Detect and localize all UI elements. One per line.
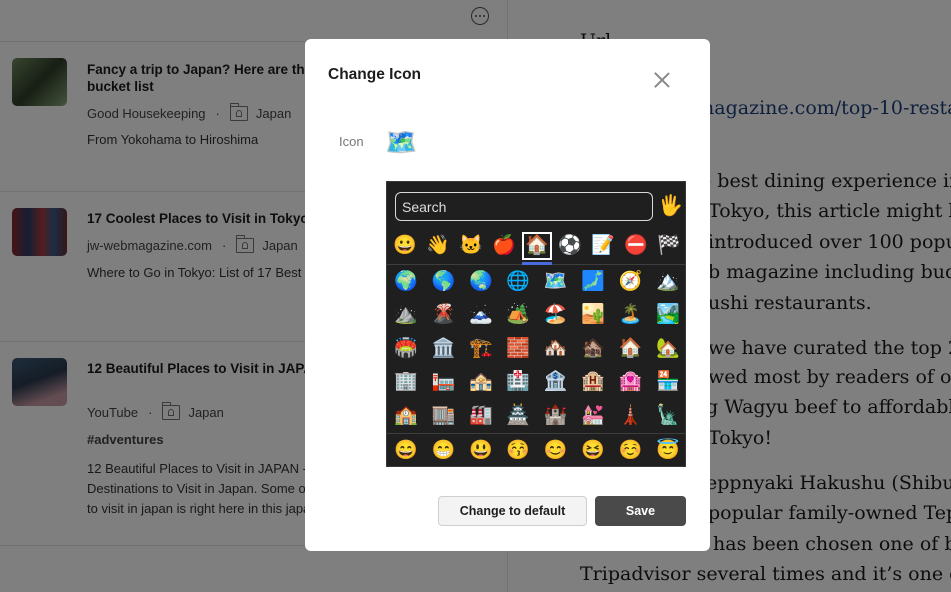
emoji-cell[interactable]: 🏤 <box>463 366 499 398</box>
emoji-cell[interactable]: 🏰 <box>538 400 574 432</box>
category-tab-symbols[interactable]: ⛔ <box>621 232 651 260</box>
emoji-cell[interactable]: 🏬 <box>425 400 461 432</box>
category-tab-smileys[interactable]: 😀 <box>390 232 420 260</box>
recent-emoji-cell[interactable]: 😃 <box>463 435 499 467</box>
emoji-cell[interactable]: 🌐 <box>500 266 536 298</box>
change-to-default-button[interactable]: Change to default <box>438 496 587 526</box>
emoji-cell[interactable]: 🌏 <box>463 266 499 298</box>
emoji-cell[interactable]: 🏥 <box>500 366 536 398</box>
emoji-cell[interactable]: ⛰️ <box>388 299 424 331</box>
close-icon[interactable] <box>652 70 672 90</box>
emoji-cell[interactable]: 🧭 <box>612 266 648 298</box>
emoji-cell[interactable]: 🏪 <box>650 366 686 398</box>
emoji-cell[interactable]: 🗾 <box>575 266 611 298</box>
emoji-cell[interactable]: 🏣 <box>425 366 461 398</box>
emoji-cell[interactable]: 🏢 <box>388 366 424 398</box>
icon-field-label: Icon <box>339 134 364 149</box>
emoji-cell[interactable]: 🏫 <box>388 400 424 432</box>
emoji-cell[interactable]: 🏔️ <box>650 266 686 298</box>
category-tab-animals[interactable]: 🐱 <box>456 232 486 260</box>
emoji-picker: 🖐 😀👋🐱🍎🏠⚽📝⛔🏁 🌍🌎🌏🌐🗺️🗾🧭🏔️⛰️🌋🗻🏕️🏖️🏜️🏝️🏞️🏟️🏛️… <box>386 181 686 467</box>
active-category-indicator <box>522 262 552 265</box>
emoji-cell[interactable]: 🗺️ <box>538 266 574 298</box>
emoji-cell[interactable]: 💒 <box>575 400 611 432</box>
category-tab-activities[interactable]: ⚽ <box>555 232 585 260</box>
emoji-cell[interactable]: 🏗️ <box>463 333 499 365</box>
emoji-cell[interactable]: 🏖️ <box>538 299 574 331</box>
recent-emoji-cell[interactable]: 😆 <box>575 435 611 467</box>
emoji-cell[interactable]: 🗻 <box>463 299 499 331</box>
dialog-title: Change Icon <box>328 66 422 83</box>
emoji-cell[interactable]: 🏡 <box>650 333 686 365</box>
emoji-cell[interactable]: 🏛️ <box>425 333 461 365</box>
emoji-cell[interactable]: 🏕️ <box>500 299 536 331</box>
emoji-cell[interactable]: 🌎 <box>425 266 461 298</box>
emoji-cell[interactable]: 🏝️ <box>612 299 648 331</box>
category-tab-food[interactable]: 🍎 <box>489 232 519 260</box>
emoji-cell[interactable]: 🏜️ <box>575 299 611 331</box>
emoji-cell[interactable]: 🏯 <box>500 400 536 432</box>
recent-emoji-cell[interactable]: 😄 <box>388 435 424 467</box>
category-tab-people[interactable]: 👋 <box>423 232 453 260</box>
recent-emoji-row: 😄 😁 😃 😚 😊 😆 ☺️ 😇 <box>387 433 685 468</box>
emoji-cell[interactable]: 🏩 <box>612 366 648 398</box>
skin-tone-button[interactable]: 🖐 <box>658 193 683 219</box>
emoji-cell[interactable]: 🧱 <box>500 333 536 365</box>
emoji-cell[interactable]: 🏨 <box>575 366 611 398</box>
category-tab-travel[interactable]: 🏠 <box>522 232 552 260</box>
recent-emoji-cell[interactable]: 😁 <box>425 435 461 467</box>
recent-emoji-cell[interactable]: 😇 <box>650 435 686 467</box>
emoji-cell[interactable]: 🏘️ <box>538 333 574 365</box>
emoji-cell[interactable]: 🏠 <box>612 333 648 365</box>
emoji-cell[interactable]: 🏭 <box>463 400 499 432</box>
emoji-cell[interactable]: 🗼 <box>612 400 648 432</box>
current-icon-preview[interactable]: 🗺️ <box>385 127 417 157</box>
change-icon-dialog: Change Icon Icon 🗺️ 🖐 😀👋🐱🍎🏠⚽📝⛔🏁 🌍🌎🌏🌐🗺️🗾🧭… <box>305 39 710 551</box>
recent-emoji-cell[interactable]: 😚 <box>500 435 536 467</box>
recent-emoji-cell[interactable]: ☺️ <box>612 435 648 467</box>
emoji-cell[interactable]: 🌍 <box>388 266 424 298</box>
recent-emoji-cell[interactable]: 😊 <box>538 435 574 467</box>
category-tab-objects[interactable]: 📝 <box>588 232 618 260</box>
emoji-search-input[interactable] <box>395 192 653 221</box>
save-button[interactable]: Save <box>595 496 686 526</box>
emoji-cell[interactable]: 🏦 <box>538 366 574 398</box>
category-tab-flags[interactable]: 🏁 <box>654 232 684 260</box>
emoji-cell[interactable]: 🗽 <box>650 400 686 432</box>
emoji-cell[interactable]: 🏞️ <box>650 299 686 331</box>
emoji-cell[interactable]: 🌋 <box>425 299 461 331</box>
emoji-cell[interactable]: 🏟️ <box>388 333 424 365</box>
emoji-category-tabs: 😀 👋 🐱 🍎 🏠 ⚽ 📝 ⛔ 🏁 <box>387 230 685 265</box>
emoji-cell[interactable]: 🏚️ <box>575 333 611 365</box>
